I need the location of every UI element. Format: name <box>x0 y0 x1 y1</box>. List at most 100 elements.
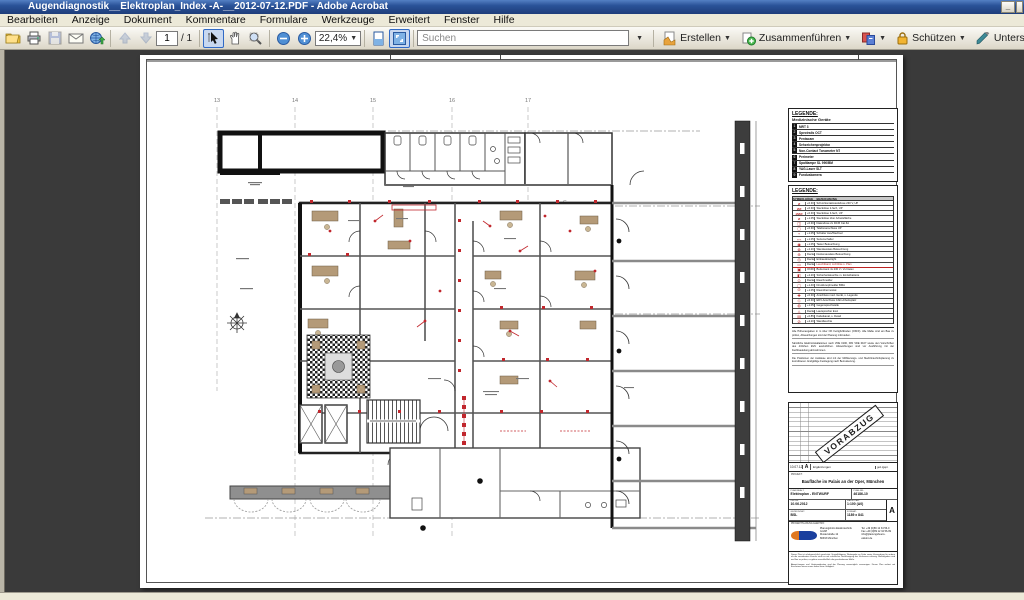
fit-page-button[interactable] <box>389 29 410 48</box>
legend2-row: ⊘ +2.20 Wandleuchte <box>793 319 893 324</box>
combine-label: Zusammenführen <box>759 32 841 44</box>
protect-button[interactable]: Schützen▼ <box>891 29 971 47</box>
nav-pane-collapsed-strip[interactable] <box>0 50 5 592</box>
grid-label-13: 13 <box>214 98 220 104</box>
chevron-down-icon: ▼ <box>636 35 643 42</box>
minimize-button[interactable]: _ <box>1001 1 1015 13</box>
hand-icon <box>228 31 242 45</box>
mounting-height: Decke <box>805 263 815 266</box>
next-view-button[interactable] <box>135 29 156 48</box>
save-button[interactable] <box>44 29 65 48</box>
menu-item[interactable]: Anzeige <box>65 14 117 26</box>
select-tool-button[interactable] <box>203 29 224 48</box>
symbol-description: Datendose 2x RJ45 Cat.6A <box>815 222 893 225</box>
mounting-height: +1.05 <box>805 217 815 220</box>
device-name: Pentacam <box>799 137 814 141</box>
mounting-height: +1.40 <box>805 284 815 287</box>
mounting-height: +2.20 <box>805 248 815 251</box>
zoom-level-select[interactable]: 22,4% ▼ <box>315 31 361 46</box>
col-height: HÖHE <box>805 197 815 201</box>
marquee-zoom-button[interactable] <box>245 29 266 48</box>
status-bar <box>0 592 1024 600</box>
title-bar[interactable]: Augendiagnostik__Elektroplan_Index -A-__… <box>0 0 1024 14</box>
create-button[interactable]: Erstellen▼ <box>657 29 736 48</box>
globe-upload-icon <box>89 30 105 46</box>
legend2-title: LEGENDE: <box>792 188 894 194</box>
legend1-row: 9 Funduskamera <box>792 172 894 178</box>
scale-value: 1:100 (A0) <box>847 502 863 506</box>
zoom-out-button[interactable] <box>273 29 294 48</box>
symbol-description: Einbaudownlight <box>815 258 893 261</box>
device-name: MRT 3 <box>799 125 809 129</box>
device-name: Spectralis OCT <box>799 131 822 135</box>
scrolling-mode-button[interactable] <box>368 29 389 48</box>
combine-button[interactable]: Zusammenführen▼ <box>736 29 856 48</box>
upload-web-button[interactable] <box>86 29 107 48</box>
device-name: Funduskamera <box>799 173 822 177</box>
sign-button[interactable]: Unterschreiben▼ <box>971 30 1024 47</box>
symbol-glyph: Θ <box>793 288 805 292</box>
chevron-down-icon: ▼ <box>724 35 731 42</box>
format-value: 1189 x 841 <box>847 513 864 517</box>
export-icon <box>861 31 876 46</box>
document-canvas[interactable]: 13 14 15 16 17 G H <box>0 50 1024 592</box>
symbol-description: Rauchmelder <box>815 279 893 282</box>
date-value: 10.06.2012 <box>791 502 808 506</box>
device-number: 6 <box>792 155 797 160</box>
export-button[interactable]: ▼ <box>856 29 891 48</box>
email-button[interactable] <box>65 29 86 48</box>
symbol-glyph: ▢ <box>793 283 805 288</box>
menu-item[interactable]: Hilfe <box>487 14 522 26</box>
device-number: 7 <box>792 161 797 166</box>
company-mail: info@planungsbuero-elektro.de <box>861 533 895 540</box>
menu-item[interactable]: Kommentare <box>179 14 253 26</box>
page-number-input[interactable] <box>156 31 178 46</box>
mounting-height: +0.30 <box>805 227 815 230</box>
page-count-label: / 1 <box>181 33 192 44</box>
symbol-description: Anschluss med. Gerät, s. Legende <box>815 294 893 297</box>
grid-label-17: 17 <box>525 98 531 104</box>
menu-item[interactable]: Werkzeuge <box>315 14 382 26</box>
device-name: Perimeter <box>799 155 814 159</box>
plan-number-value: 46186-10 <box>853 492 867 496</box>
save-icon <box>47 30 63 46</box>
project-label: PROJEKT: <box>791 473 895 476</box>
mounting-height: OKFF <box>805 268 815 271</box>
menu-item[interactable]: Formulare <box>253 14 315 26</box>
drawn-by-value: BSL <box>791 513 798 517</box>
search-input[interactable] <box>417 30 629 46</box>
mounting-height: +0.30 <box>805 222 815 225</box>
hand-tool-button[interactable] <box>224 29 245 48</box>
symbol-description: Kabelkanal, s. Detail <box>815 315 893 318</box>
symbol-description: Bodentank 4x 230 V / 2x Daten <box>815 268 893 271</box>
legend-electrical-symbols: LEGENDE: SYMBOL HÖHE BEZEICHNUNG ⌀ +0.30… <box>788 185 898 393</box>
grid-label-15: 15 <box>370 98 376 104</box>
menu-item[interactable]: Dokument <box>117 14 179 26</box>
drawn-by-label: GEZEICHNET: <box>791 511 844 513</box>
previous-view-button[interactable] <box>114 29 135 48</box>
symbol-description: Wandleuchte <box>815 320 893 323</box>
up-arrow-icon <box>118 31 132 45</box>
floor-plan: 13 14 15 16 17 G H <box>200 91 785 543</box>
trim-mark <box>500 55 501 60</box>
menu-item[interactable]: Bearbeiten <box>0 14 65 26</box>
zoom-in-button[interactable] <box>294 29 315 48</box>
revision-text: Ergänzungen <box>811 465 875 469</box>
device-number: 4 <box>792 142 797 147</box>
mounting-height: Decke <box>805 253 815 256</box>
mounting-height: +0.30 <box>805 212 815 215</box>
maximize-button[interactable] <box>1016 1 1023 13</box>
legal-paragraph: Dieser Plan ist urheberrechtlich geschüt… <box>791 554 895 562</box>
symbol-description: Steckdose 3-fach, UP <box>815 212 893 215</box>
company-block: Planungsbüro Elektrotechnik GmbH Musters… <box>789 525 897 552</box>
menu-item[interactable]: Erweitert <box>382 14 437 26</box>
legal-paragraph: Abweichungen und Unstimmigkeiten sind de… <box>791 564 895 569</box>
open-button[interactable] <box>2 29 23 48</box>
symbol-description: Steckdose über Arbeitsfläche <box>815 217 893 220</box>
menu-item[interactable]: Fenster <box>437 14 487 26</box>
combine-files-icon <box>741 31 756 46</box>
print-button[interactable] <box>23 29 44 48</box>
menu-bar: BearbeitenAnzeigeDokumentKommentareFormu… <box>0 14 1024 27</box>
search-options-button[interactable]: ▼ <box>629 29 650 48</box>
col-description: BEZEICHNUNG <box>815 197 893 201</box>
